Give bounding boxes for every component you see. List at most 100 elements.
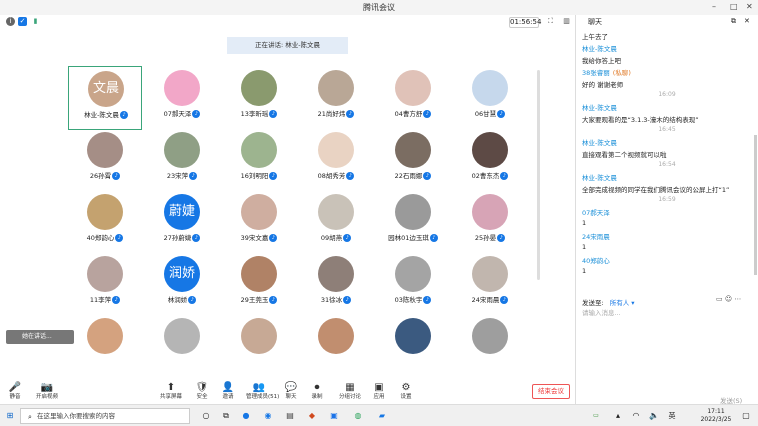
cortana-icon[interactable]: ○ [200,410,212,422]
participant-tile[interactable] [145,314,219,378]
participant-tile[interactable]: 31徐冰 ♪ [299,252,373,316]
participant-tile[interactable]: 园林01边玉琪 ♪ [376,190,450,254]
participant-tile[interactable]: 26孙霄 ♪ [68,128,142,192]
avatar: 润娇 [164,256,200,292]
participant-tile[interactable]: 22石雨娜 ♪ [376,128,450,192]
avatar [318,132,354,168]
gear-icon: ⚙ [401,382,411,393]
participant-tile[interactable]: 文晨 林业-陈文晨 ♪ [68,66,142,130]
breakout-rooms-button[interactable]: ▦ 分组讨论 [337,382,363,404]
speaker-pip[interactable]: 她在讲话... [6,330,74,344]
minimize-icon[interactable]: – [712,1,716,13]
tencent-meeting-icon[interactable]: ▰ [376,410,388,422]
participant-tile[interactable]: 08胡秀芳 ♪ [299,128,373,192]
participant-tile[interactable]: 06甘慧 ♪ [453,66,527,130]
more-icon[interactable]: ⋯ [734,295,741,303]
edge-icon[interactable]: ◉ [262,410,274,422]
wifi-icon[interactable]: ◠ [630,410,642,422]
battery-icon[interactable]: ▭ [586,410,606,422]
participant-tile[interactable]: 润娇 林润娇 ♪ [145,252,219,316]
share-icon: ⬆ [166,382,176,393]
participant-tile[interactable]: 23宋萍 ♪ [145,128,219,192]
chat-close-icon[interactable]: ✕ [744,17,750,25]
apps-label: 应用 [373,394,385,400]
tray-icon[interactable]: ▴ [612,410,624,422]
chat-scrollbar[interactable] [754,135,757,275]
maximize-icon[interactable]: □ [730,1,738,13]
task-view-icon[interactable]: ⧉ [220,410,232,422]
participant-tile[interactable]: 24宋雨晨 ♪ [453,252,527,316]
chat-text: 16:45 [658,126,676,133]
windows-start-icon[interactable]: ⊞ [4,410,16,422]
participant-name-text: 13李昕瑶 [240,110,269,118]
participant-tile[interactable]: 13李昕瑶 ♪ [222,66,296,130]
avatar [87,194,123,230]
mic-icon: ♪ [269,172,278,180]
video-button[interactable]: 📷 开启视频 [34,382,60,404]
photos-icon[interactable]: ▣ [328,410,340,422]
avatar [87,318,123,354]
members-label: 管理成员(51) [246,394,280,400]
participant-tile[interactable]: 04曹方舒 ♪ [376,66,450,130]
participant-name: 04曹方舒 ♪ [376,108,450,118]
powerpoint-icon[interactable]: ◆ [306,410,318,422]
mic-icon: ♪ [346,110,355,118]
participant-name: 25孙晏 ♪ [453,232,527,242]
folder-icon[interactable]: ▤ [284,410,296,422]
file-icon[interactable]: ▭ [716,295,723,303]
ime-icon[interactable]: 英 [666,410,678,422]
participant-tile[interactable]: 02曹东杰 ♪ [453,128,527,192]
record-button[interactable]: ⏺ 录制 [304,382,330,404]
participant-name-text: 02曹东杰 [471,172,500,180]
send-to-select[interactable]: 所有人 ▾ [610,299,635,307]
participant-tile[interactable] [453,314,527,378]
participant-tile[interactable]: 03陈秋宇 ♪ [376,252,450,316]
taskbar-search[interactable]: 在这里输入你要搜索的内容 [20,408,190,424]
pip-label: 她在讲话... [22,333,52,340]
chat-sender: 林业-陈文晨 [582,137,617,147]
invite-button[interactable]: 👤 邀请 [215,382,241,404]
security-button[interactable]: 🛡 安全 [189,382,215,404]
wechat-icon[interactable]: ◍ [352,410,364,422]
participant-tile[interactable]: 25孙晏 ♪ [453,190,527,254]
participant-tile[interactable]: 蔚婕 27孙蔚婕 ♪ [145,190,219,254]
apps-button[interactable]: ▣ 应用 [366,382,392,404]
mute-button[interactable]: 🎤 静音 [2,382,28,404]
volume-icon[interactable]: 🔈 [648,410,660,422]
participant-tile[interactable]: 07郝天泽 ♪ [145,66,219,130]
mic-icon: ♪ [192,234,201,242]
members-button[interactable]: 👥 管理成员(51) [246,382,280,404]
avatar [318,318,354,354]
participant-tile[interactable] [222,314,296,378]
participant-name: 22石雨娜 ♪ [376,170,450,180]
participant-name: 40郑韵心 ♪ [68,232,142,242]
participant-tile[interactable]: 39宋文嘉 ♪ [222,190,296,254]
grid-scrollbar[interactable] [537,70,540,280]
share-screen-button[interactable]: ⬆ 共享屏幕 [158,382,184,404]
participant-name: 07郝天泽 ♪ [145,108,219,118]
participant-tile[interactable]: 40郑韵心 ♪ [68,190,142,254]
participant-tile[interactable]: 21尚好炜 ♪ [299,66,373,130]
participant-tile[interactable]: 11李萍 ♪ [68,252,142,316]
emoji-icon[interactable]: ☺ [725,295,732,303]
chat-input[interactable]: 请输入消息... [582,307,621,317]
end-meeting-button[interactable]: 结束会议 [532,384,570,399]
popout-icon[interactable]: ⧉ [731,17,736,26]
settings-button[interactable]: ⚙ 设置 [393,382,419,404]
participant-tile[interactable] [68,314,142,378]
close-icon[interactable]: ✕ [746,1,753,13]
mic-icon: ♪ [497,110,506,118]
avatar [318,194,354,230]
participant-tile[interactable] [299,314,373,378]
participant-tile[interactable]: 16刘明阳 ♪ [222,128,296,192]
notification-icon[interactable]: ▢ [740,410,752,422]
chat-button[interactable]: 💬 聊天 [278,382,304,404]
participant-name: 08胡秀芳 ♪ [299,170,373,180]
participant-tile[interactable] [376,314,450,378]
participant-tile[interactable]: 09胡燕 ♪ [299,190,373,254]
participant-name: 39宋文嘉 ♪ [222,232,296,242]
browser-icon[interactable]: ● [240,410,252,422]
participant-tile[interactable]: 29王莞玉 ♪ [222,252,296,316]
chat-text: 好的 谢谢老师 [582,81,624,89]
taskbar-clock[interactable]: 17:11 2022/3/25 [700,408,732,424]
